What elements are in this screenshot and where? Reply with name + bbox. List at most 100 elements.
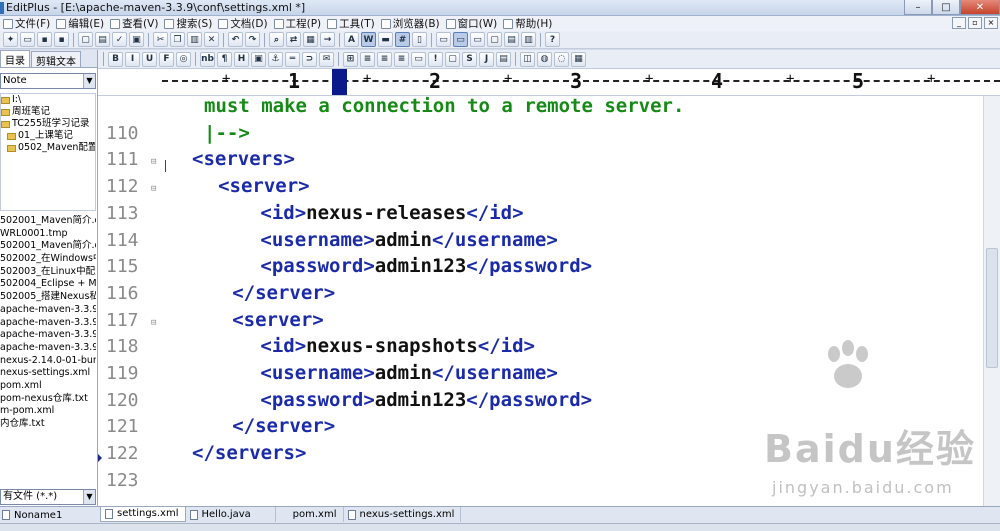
tree-item[interactable]: 01_上课笔记 [1,130,95,142]
script-icon[interactable]: S [462,51,477,67]
file-list-item[interactable]: 内仓库.txt [0,418,96,431]
align-left-icon[interactable]: ≡ [360,51,375,67]
help-icon[interactable]: ? [545,32,560,47]
file-list-item[interactable]: apache-maven-3.3.9-sr [0,342,96,355]
frame-icon[interactable]: ▢ [445,51,460,67]
heading-button[interactable]: H [234,51,249,67]
tab-settings-xml[interactable]: settings.xml [100,507,186,522]
file-filter-select[interactable]: 有文件 (*.*) ▼ [0,489,96,505]
java-button[interactable]: J [479,51,494,67]
browser-preview-icon[interactable]: ◫ [520,51,535,67]
fold-toggle-icon[interactable]: ⊟ [151,157,156,167]
redo-icon[interactable]: ↷ [245,32,260,47]
align-center-icon[interactable]: ≡ [377,51,392,67]
paste-icon[interactable]: ▥ [187,32,202,47]
goto-icon[interactable]: → [320,32,335,47]
line-number-icon[interactable]: # [395,32,410,47]
bold-button[interactable]: B [108,51,123,67]
cut-icon[interactable]: ✂ [153,32,168,47]
tab-hello-java[interactable]: Hello.java [186,507,276,522]
paragraph-button[interactable]: ¶ [217,51,232,67]
anchor-icon[interactable]: ⚓ [268,51,283,67]
font-icon[interactable]: A [344,32,359,47]
image-icon[interactable]: ▣ [251,51,266,67]
column-select-icon[interactable]: ▯ [412,32,427,47]
char-picker-icon[interactable]: ◌ [554,51,569,67]
delete-icon[interactable]: ✕ [204,32,219,47]
file-list-item[interactable]: 502005_搭建Nexus私服 [0,291,96,304]
directory-icon[interactable]: ▤ [504,32,519,47]
link-icon[interactable]: ⊃ [302,51,317,67]
noname-tab[interactable]: Noname1 [0,506,98,523]
copy-icon[interactable]: ❐ [170,32,185,47]
tree-item[interactable]: I:\ [1,94,95,106]
doc-minimize-button[interactable]: _ [952,17,966,29]
window-split-icon[interactable]: ▭ [470,32,485,47]
save-all-icon[interactable]: ▪ [54,32,69,47]
tab-pom-xml[interactable]: pom.xml [276,507,344,522]
open-folder-icon[interactable]: ▭ [20,32,35,47]
tab-nexus-settings-xml[interactable]: nexus-settings.xml [344,507,462,522]
fold-toggle-icon[interactable]: ⊟ [151,184,156,194]
doc-restore-button[interactable]: ▫ [968,17,982,29]
folder-select[interactable]: Note ▼ [0,73,96,89]
fullscreen-icon[interactable]: ▢ [487,32,502,47]
form-icon[interactable]: ▭ [411,51,426,67]
fold-toggle-icon[interactable]: ⊟ [151,318,156,328]
file-list-item[interactable]: pom-nexus仓库.txt [0,393,96,406]
menu-project[interactable]: 工程(P) [273,16,327,31]
italic-button[interactable]: I [125,51,140,67]
html-toolbar-icon[interactable]: ▦ [571,51,586,67]
file-list-item[interactable]: 502004_Eclipse + Mav [0,278,96,291]
nbsp-button[interactable]: nb [200,51,215,67]
menu-view[interactable]: 查看(V) [109,16,163,31]
tree-item[interactable]: TC255班学习记录 [1,118,95,130]
print-icon[interactable]: ▤ [95,32,110,47]
new-file-icon[interactable]: ✦ [3,32,18,47]
find-in-files-icon[interactable]: ▦ [303,32,318,47]
preview-icon[interactable]: ▣ [129,32,144,47]
style-icon[interactable]: ▤ [496,51,511,67]
close-button[interactable]: ✕ [960,0,1000,15]
code-editor[interactable]: must make a connection to a remote serve… [98,96,1000,506]
file-list-item[interactable]: m-pom.xml [0,405,96,418]
menu-document[interactable]: 文档(D) [217,16,272,31]
font-button[interactable]: F [159,51,174,67]
spell-check-icon[interactable]: ✓ [112,32,127,47]
maximize-button[interactable]: □ [932,0,960,15]
file-list-item[interactable]: apache-maven-3.3.9-bi [0,304,96,317]
minimize-button[interactable]: – [904,0,932,15]
file-list-item[interactable]: 502001_Maven简介.do [0,240,96,253]
file-list-item[interactable]: 502001_Maven简介.do [0,215,96,228]
file-list-item[interactable]: nexus-settings.xml [0,367,96,380]
find-icon[interactable]: ⌕ [269,32,284,47]
file-list-item[interactable]: WRL0001.tmp [0,228,96,241]
file-list-item[interactable]: apache-maven-3.3.9-bi [0,317,96,330]
comment-icon[interactable]: ! [428,51,443,67]
tab-directory[interactable]: 目录 [0,50,30,67]
file-list-item[interactable]: nexus-2.14.0-01-bundle [0,355,96,368]
cliptext-icon[interactable]: ▥ [521,32,536,47]
menu-help[interactable]: 帮助(H) [502,16,557,31]
word-wrap-icon[interactable]: W [361,32,376,47]
file-list-item[interactable]: pom.xml [0,380,96,393]
menu-window[interactable]: 窗口(W) [445,16,503,31]
email-icon[interactable]: ✉ [319,51,334,67]
save-icon[interactable]: ▪ [37,32,52,47]
table-icon[interactable]: ⊞ [343,51,358,67]
window-tile-icon[interactable]: ▭ [453,32,468,47]
menu-file[interactable]: 文件(F) [2,16,55,31]
tree-item[interactable]: 周班笔记 [1,106,95,118]
align-right-icon[interactable]: ≡ [394,51,409,67]
file-list-item[interactable]: 502002_在Windows中 [0,253,96,266]
tree-item[interactable]: 0502_Maven配置 [1,142,95,154]
file-list-item[interactable]: apache-maven-3.3.9-sr [0,329,96,342]
hr-icon[interactable]: ═ [285,51,300,67]
menu-browser[interactable]: 浏览器(B) [380,16,445,31]
window-cascade-icon[interactable]: ▭ [436,32,451,47]
undo-icon[interactable]: ↶ [228,32,243,47]
menu-edit[interactable]: 编辑(E) [55,16,109,31]
file-list-item[interactable]: 502003_在Linux中配置 [0,266,96,279]
print-preview-icon[interactable]: ▢ [78,32,93,47]
tab-cliptext[interactable]: 剪辑文本 [31,51,81,68]
